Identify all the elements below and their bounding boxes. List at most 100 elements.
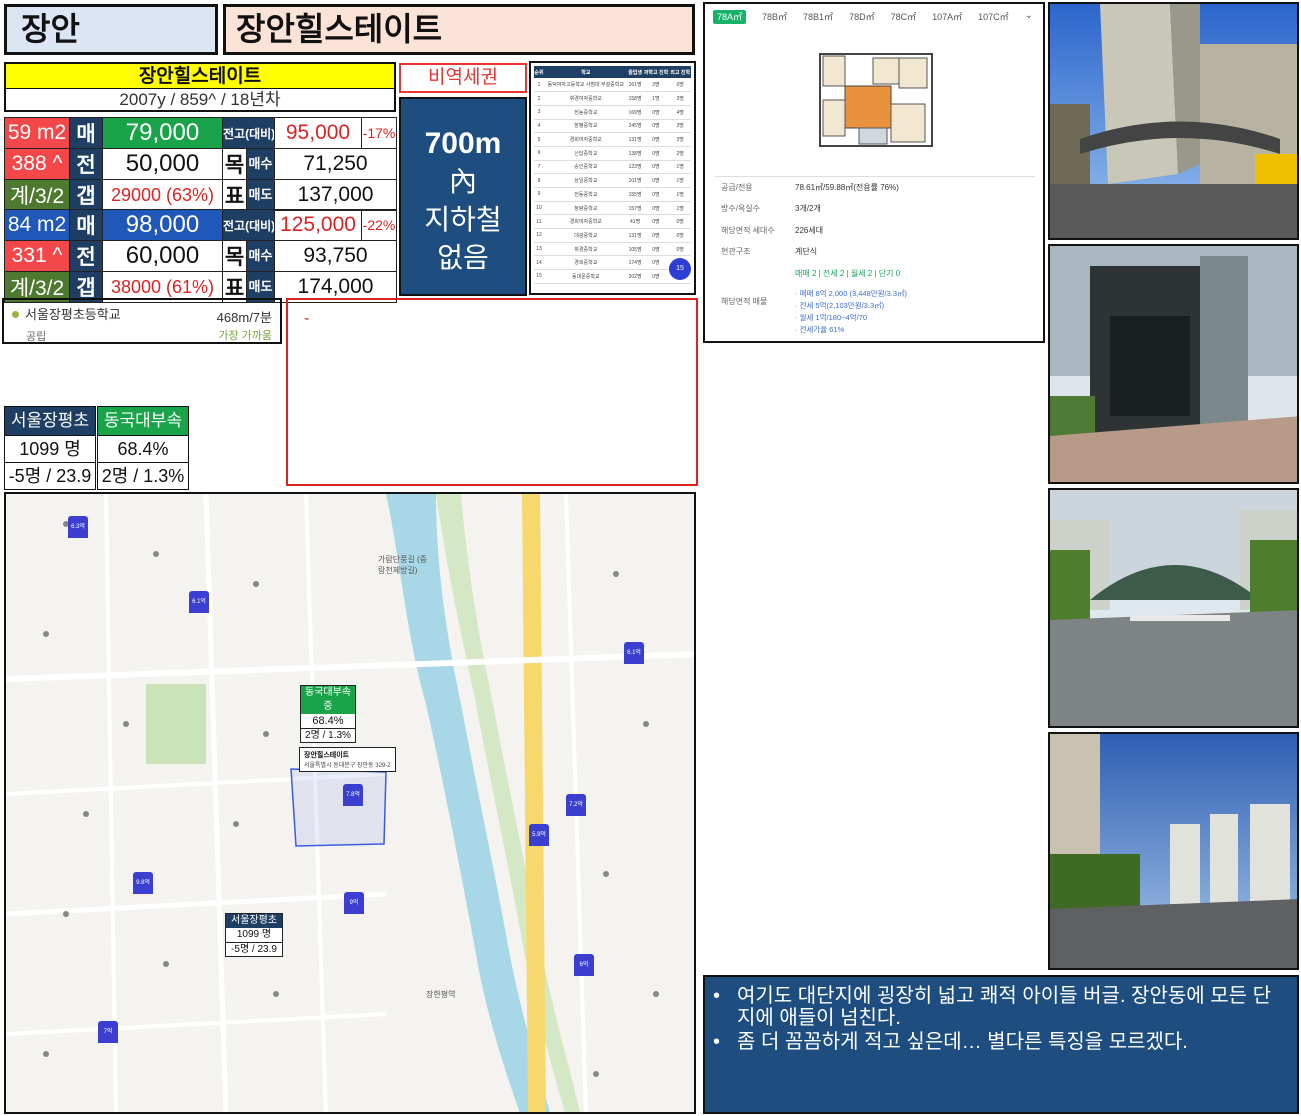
stat-name: 서울장평초: [5, 407, 95, 435]
chevron-down-icon[interactable]: ⌄: [1025, 10, 1033, 21]
table-cell: 0명: [642, 228, 670, 243]
price-pin[interactable]: 7.2억: [566, 794, 586, 816]
floorplan-tab[interactable]: 78D㎡: [849, 12, 875, 22]
table-cell: 0명: [669, 228, 691, 243]
table-cell: 상일중학교: [544, 173, 628, 188]
unit-area: 59 m2: [4, 117, 70, 149]
school-count-badge[interactable]: 15: [669, 258, 691, 280]
price-pin[interactable]: 9.8억: [133, 872, 153, 894]
floorplan-tab[interactable]: 78B1㎡: [803, 12, 833, 22]
listing-detail: · 전세가율 61%: [795, 325, 845, 334]
elementary-school-card[interactable]: 서울장평초등학교 468m/7분 공립 가장 가까움: [2, 298, 282, 344]
peak-price: 95,000: [274, 117, 362, 149]
floor-row: 공급/전용 78.61㎡/59.88㎡(전용률 76%): [721, 183, 899, 192]
main-road: [522, 494, 546, 1112]
floorplan-tabs: 78A㎡ 78B㎡ 78B1㎡ 78D㎡ 78C㎡ 107A㎡ 107C㎡: [713, 10, 1025, 24]
price-table-84: 84 m2 매 98,000 전고(대비) 125,000 -22% 331 ^…: [4, 209, 397, 303]
peak-price: 125,000: [274, 209, 362, 241]
floorplan-tab[interactable]: 107C㎡: [978, 12, 1009, 22]
complex-title: 장안힐스테이트: [223, 4, 695, 55]
jeonse-label: 전: [69, 240, 103, 272]
gap-value: 29000 (63%): [102, 179, 223, 211]
table-row: 13 휘경중학교 105명 0명 0명: [534, 242, 691, 257]
park-area: [146, 684, 206, 764]
table-cell: 157명: [627, 201, 643, 216]
table-cell: 9: [534, 187, 545, 202]
price-pin[interactable]: 7억: [98, 1021, 118, 1043]
table-cell: 휘경중학교: [544, 242, 628, 257]
table-cell: 경희중학교: [544, 255, 628, 271]
floor-row: 방수/욕실수 3개/2개: [721, 204, 821, 213]
price-table-59: 59 m2 매 79,000 전고(대비) 95,000 -17% 388 ^ …: [4, 117, 397, 211]
photo-entrance: [1048, 244, 1299, 484]
notes-panel: 여기도 대단지에 굉장히 넓고 쾌적 아이들 버글. 장안동에 모든 단지에 애…: [703, 975, 1299, 1114]
table-cell: 3명: [669, 91, 691, 106]
school-col-header: 순위: [534, 66, 545, 78]
table-cell: 동대문중학교: [544, 269, 628, 284]
listing-detail: · 매매 8억 2,000 (3,448만원/3.3㎡): [795, 289, 908, 298]
station-distance: 700m: [424, 127, 502, 160]
table-cell: 169명: [627, 105, 643, 120]
stat-name: 동국대부속중: [98, 407, 188, 458]
price-pin[interactable]: 9억: [344, 892, 364, 914]
area-map[interactable]: 6.3억 6.1억 6.1억 7.8억 7.2억 5.9억 9.8억 9억 6억…: [4, 492, 696, 1114]
table-cell: 158명: [627, 91, 643, 106]
map-middle-school-tag[interactable]: 동국대부속중 68.4% 2명 / 1.3%: [300, 685, 356, 743]
table-cell: 0명: [642, 201, 670, 216]
table-cell: 2: [534, 91, 545, 106]
table-row: 11 경희여자중학교 41명 0명 0명: [534, 214, 691, 230]
photo-gate: [1048, 488, 1299, 728]
unit-type: 계/3/2: [4, 179, 70, 211]
memo-box: -: [286, 298, 698, 486]
table-row: 15동대문중학교202명0명0명: [534, 269, 691, 284]
listing-details: · 매매 8억 2,000 (3,448만원/3.3㎡) · 전세 5억(2,10…: [795, 288, 907, 336]
sell-label: 매도: [247, 180, 274, 210]
callout-name: 장안힐스테이트: [304, 752, 350, 759]
floorplan-tab[interactable]: 107A㎡: [932, 12, 962, 22]
table-cell: 1명: [642, 91, 670, 106]
price-pin[interactable]: 6.1억: [189, 591, 209, 613]
table-row: 4 장평중학교 245명 0명 3명: [534, 119, 691, 134]
table-cell: 경희여자중학교: [544, 132, 628, 147]
station-box: 700m 內 지하철 없음: [399, 97, 527, 296]
divider: [715, 176, 1035, 177]
elementary-name: 서울장평초등학교: [25, 307, 121, 322]
stat-elementary: 서울장평초 1099 명 -5명 / 23.9: [4, 406, 96, 490]
floorplan-tab[interactable]: 78A㎡: [713, 10, 747, 24]
table-cell: 신답중학교: [544, 146, 628, 161]
callout-address: 서울특별시 동대문구 장안동 329-2: [304, 763, 391, 769]
table-label: 표: [224, 180, 247, 210]
price-pin[interactable]: 5.9억: [529, 824, 549, 846]
table-cell: 대광중학교: [544, 228, 628, 243]
table-cell: 3명: [669, 119, 691, 134]
price-pin[interactable]: 6.3억: [68, 516, 88, 538]
table-cell: 2명: [669, 146, 691, 161]
sale-price: 98,000: [102, 209, 223, 241]
table-row: 9 전동중학교 155명 0명 1명: [534, 187, 691, 202]
unit-count: 388 ^: [4, 148, 70, 180]
table-cell: 0명: [642, 242, 670, 257]
sale-label: 매: [69, 209, 103, 241]
table-cell: 1명: [669, 187, 691, 202]
table-cell: 4: [534, 119, 545, 134]
floorplan-tab[interactable]: 78B㎡: [762, 12, 787, 22]
school-col-header: 과학고 진학: [642, 66, 670, 78]
school-table-header: 순위 학교 졸업생 과학고 진학 외고 진학: [534, 66, 691, 78]
stat-sub: 2명 / 1.3%: [98, 462, 188, 489]
price-pin[interactable]: 6억: [574, 954, 594, 976]
table-cell: 0명: [642, 255, 670, 271]
tag-sub: -5명 / 23.9: [226, 942, 282, 956]
price-pin[interactable]: 7.8억: [343, 784, 363, 806]
floorplan-tab[interactable]: 78C㎡: [891, 12, 917, 22]
complex-callout[interactable]: 장안힐스테이트 서울특별시 동대문구 장안동 329-2: [299, 747, 396, 772]
table-cell: 1: [534, 78, 545, 93]
table-row: 12 대광중학교 131명 0명 0명: [534, 228, 691, 243]
school-table-body: 1 동덕여자고등학교 사범대 부설중학교 161명 3명 0명 2 휘경여자중학교 158명 1…: [534, 78, 691, 284]
road-h4: [6, 1012, 387, 1036]
price-pin[interactable]: 6.1억: [624, 642, 644, 664]
sale-label: 매: [69, 117, 103, 149]
target-label: 목: [224, 149, 247, 179]
map-elementary-tag[interactable]: 서울장평초 1099 명 -5명 / 23.9: [225, 913, 283, 957]
table-cell: 전농중학교: [544, 105, 628, 120]
table-row: 7 숭인중학교 123명 0명 1명: [534, 160, 691, 175]
